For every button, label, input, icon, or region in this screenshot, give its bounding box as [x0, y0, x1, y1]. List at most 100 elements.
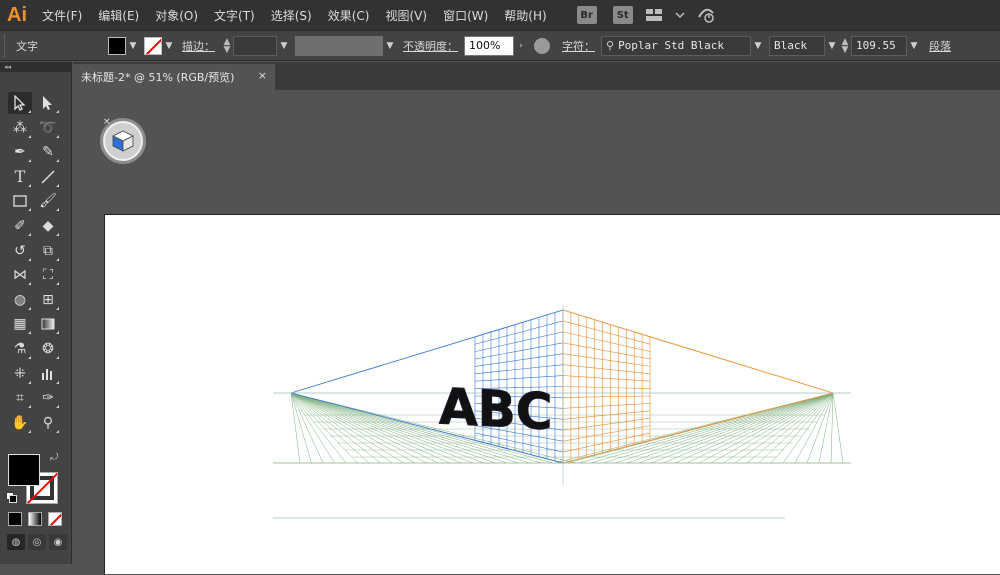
shaper-icon[interactable]: ✐ — [8, 215, 32, 237]
document-tab-title: 未标题-2* @ 51% (RGB/预览) — [81, 71, 235, 84]
font-style-select[interactable]: Black — [769, 35, 825, 56]
swap-fill-stroke-icon[interactable]: ⤾ — [50, 452, 58, 463]
hand-icon[interactable]: ✋ — [8, 412, 32, 434]
stroke-weight-input[interactable] — [233, 35, 277, 56]
stroke-swatch[interactable] — [144, 36, 162, 55]
recolor-artwork-icon[interactable] — [534, 37, 550, 54]
tools-grid: ⁂ ➰ ✒ ✎ T 🖌 ✐ ◆ ↺ ⧉ ⋈ ⛶ ◍ ⊞ ▦ ⚗ ❂ ⁜ ⌗ ✑ … — [0, 72, 71, 436]
draw-behind-icon[interactable]: ◎ — [28, 534, 46, 550]
panel-collapse-icon[interactable]: ◂◂ — [0, 62, 71, 72]
mesh-icon[interactable]: ▦ — [8, 313, 32, 335]
menu-object[interactable]: 对象(O) — [147, 0, 206, 30]
chevron-down-icon[interactable]: ▼ — [907, 41, 921, 51]
symbol-sprayer-icon[interactable]: ⁜ — [8, 363, 32, 385]
rectangle-icon[interactable] — [8, 190, 32, 212]
tools-panel: ◂◂ ⁂ ➰ ✒ ✎ T 🖌 ✐ ◆ ↺ ⧉ ⋈ ⛶ ◍ ⊞ ▦ ⚗ ❂ ⁜ ⌗… — [0, 62, 72, 564]
scale-icon[interactable]: ⧉ — [36, 240, 60, 262]
pen-icon[interactable]: ✒ — [8, 141, 32, 163]
bridge-button[interactable]: Br — [576, 6, 597, 24]
opacity-input[interactable]: 100% — [464, 35, 514, 56]
zoom-icon[interactable]: ⚲ — [36, 412, 60, 434]
color-mode-button[interactable] — [8, 512, 22, 526]
artboard[interactable]: ABC — [104, 214, 1000, 574]
stroke-label: 描边： — [182, 39, 215, 53]
menu-view[interactable]: 视图(V) — [377, 0, 435, 30]
menu-effect[interactable]: 效果(C) — [320, 0, 378, 30]
direct-selection-icon[interactable] — [36, 92, 60, 114]
default-colors-icon[interactable] — [6, 492, 17, 503]
paragraph-label[interactable]: 段落 — [921, 38, 957, 54]
menu-select[interactable]: 选择(S) — [263, 0, 320, 30]
chevron-down-icon[interactable]: ▼ — [277, 41, 291, 51]
menu-window[interactable]: 窗口(W) — [435, 0, 496, 30]
search-icon: ⚲ — [606, 39, 615, 52]
right-plane-line — [562, 353, 651, 367]
chevron-down-icon[interactable]: ▼ — [825, 41, 839, 51]
line-icon[interactable] — [36, 166, 60, 188]
free-transform-icon[interactable]: ⛶ — [36, 264, 60, 286]
document-tab[interactable]: 未标题-2* @ 51% (RGB/预览) × — [73, 64, 275, 90]
stock-button[interactable]: St — [612, 6, 633, 24]
chevron-down-icon[interactable]: ▼ — [383, 41, 397, 51]
chevron-right-icon[interactable]: › — [514, 41, 528, 51]
left-horizon-edge — [290, 309, 564, 394]
draw-inside-icon[interactable]: ◉ — [49, 534, 67, 550]
right-plane-line — [562, 395, 651, 398]
selection-icon[interactable] — [8, 92, 32, 114]
stroke-spinner-icon[interactable]: ▲ ▼ — [221, 37, 233, 54]
opacity-label: 不透明度： — [403, 39, 458, 53]
none-mode-button[interactable] — [48, 512, 62, 526]
fill-swatch[interactable] — [108, 36, 126, 55]
font-size-input[interactable]: 109.55 — [851, 35, 907, 56]
color-mode-row — [8, 512, 62, 526]
right-plane-line — [562, 342, 651, 360]
paintbrush-icon[interactable]: 🖌 — [36, 190, 60, 212]
canvas-workspace[interactable]: × ABC — [73, 90, 1000, 574]
slice-icon[interactable]: ✑ — [36, 387, 60, 409]
ground-grid-line — [662, 392, 834, 464]
gradient-mode-button[interactable] — [28, 512, 42, 526]
chevron-down-icon[interactable]: ▼ — [751, 41, 765, 51]
menu-type[interactable]: 文字(T) — [206, 0, 263, 30]
font-size-spinner-icon[interactable]: ▲ ▼ — [839, 37, 851, 54]
document-tab-bar: 未标题-2* @ 51% (RGB/预览) × — [73, 62, 1000, 90]
width-icon[interactable]: ⋈ — [8, 264, 32, 286]
close-icon[interactable]: × — [258, 69, 267, 82]
plane-switching-widget[interactable]: × — [100, 117, 146, 164]
ground-grid-line — [290, 392, 381, 464]
ground-grid-line — [734, 392, 834, 464]
workspace-layout-icon[interactable] — [641, 0, 667, 30]
left-plane-line — [474, 353, 564, 367]
artboard-icon[interactable]: ⌗ — [8, 387, 32, 409]
variable-width-profile[interactable] — [295, 35, 383, 56]
curvature-icon[interactable]: ✎ — [36, 141, 60, 163]
control-bar: 文字 ▼ ▼ 描边： ▲ ▼ ▼ ▼ 不透明度： 100% › 字符： ⚲ Pop… — [0, 30, 1000, 61]
magic-wand-icon[interactable]: ⁂ — [8, 117, 32, 139]
menu-edit[interactable]: 编辑(E) — [90, 0, 147, 30]
eyedropper-icon[interactable]: ⚗ — [8, 338, 32, 360]
ground-grid-line — [590, 392, 834, 464]
chevron-down-icon[interactable] — [667, 0, 693, 30]
perspective-grid-icon[interactable]: ⊞ — [36, 289, 60, 311]
draw-normal-icon[interactable]: ◍ — [7, 534, 25, 550]
chevron-down-icon[interactable]: ▼ — [126, 41, 140, 51]
close-icon[interactable]: × — [103, 117, 111, 127]
left-plane-line — [474, 342, 564, 360]
gradient-icon[interactable] — [36, 313, 60, 335]
fill-stroke-area: ⤾ — [6, 452, 66, 508]
fill-color-box[interactable] — [8, 454, 40, 486]
rotate-icon[interactable]: ↺ — [8, 240, 32, 262]
right-ground-edge — [562, 392, 834, 464]
shape-builder-icon[interactable]: ◍ — [8, 289, 32, 311]
chevron-down-icon[interactable]: ▼ — [162, 41, 176, 51]
eraser-icon[interactable]: ◆ — [36, 215, 60, 237]
gpu-performance-icon[interactable] — [693, 0, 719, 30]
type-icon[interactable]: T — [8, 166, 32, 188]
lasso-icon[interactable]: ➰ — [36, 117, 60, 139]
blend-icon[interactable]: ❂ — [36, 338, 60, 360]
font-family-input[interactable]: ⚲ Poplar Std Black — [601, 35, 751, 56]
menu-help[interactable]: 帮助(H) — [496, 0, 554, 30]
column-graph-icon[interactable] — [36, 363, 60, 385]
perspective-grid[interactable]: ABC — [105, 215, 1000, 575]
menu-file[interactable]: 文件(F) — [34, 0, 90, 30]
